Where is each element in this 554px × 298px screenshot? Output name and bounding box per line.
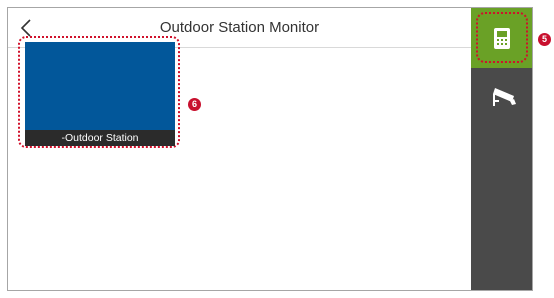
callout-badge-5: 5 <box>538 33 551 46</box>
sidebar <box>471 8 532 290</box>
screen: Outdoor Station Monitor -Outdoor Station <box>7 7 533 291</box>
callout-badge-6: 6 <box>188 98 201 111</box>
sidebar-item-door-station[interactable] <box>471 8 532 68</box>
door-station-icon <box>494 28 510 49</box>
cctv-camera-icon <box>493 88 516 106</box>
camera-tile-outdoor-station[interactable]: -Outdoor Station <box>18 36 180 148</box>
sidebar-item-cctv[interactable] <box>471 74 532 116</box>
video-preview <box>25 42 175 130</box>
tile-label: -Outdoor Station <box>25 130 175 146</box>
